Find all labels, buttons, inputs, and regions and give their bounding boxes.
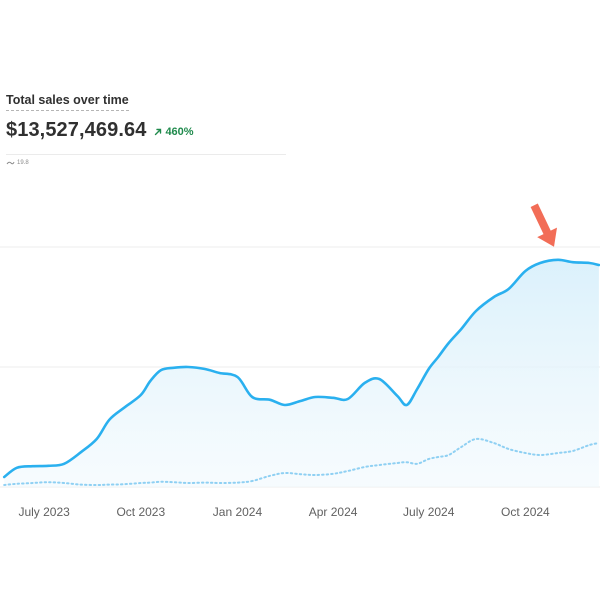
change-badge: 460%	[154, 126, 194, 138]
x-tick-label: Oct 2024	[501, 505, 550, 519]
arrow-up-right-icon	[155, 128, 162, 136]
x-axis-ticks: July 2023 Oct 2023 Jan 2024 Apr 2024 July 20…	[18, 505, 550, 519]
total-sales-value: $13,527,469.64	[6, 119, 147, 141]
legend-line-icon	[6, 161, 15, 165]
chart-area: July 2023 Oct 2023 Jan 2024 Apr 2024 July 20…	[0, 0, 600, 600]
sales-chart-card: July 2023 Oct 2023 Jan 2024 Apr 2024 July 20…	[0, 0, 600, 600]
x-tick-label: Jan 2024	[213, 505, 263, 519]
x-tick-label: July 2024	[403, 505, 455, 519]
change-percent: 460%	[165, 126, 194, 138]
series-area-fill	[4, 259, 599, 487]
area-chart: July 2023 Oct 2023 Jan 2024 Apr 2024 July 20…	[0, 203, 600, 519]
x-tick-label: July 2023	[18, 505, 70, 519]
chart-title[interactable]: Total sales over time	[6, 93, 129, 111]
x-tick-label: Oct 2023	[116, 505, 165, 519]
metric-row: $13,527,469.64 460%	[6, 119, 286, 142]
chart-header: Total sales over time $13,527,469.64 460…	[6, 91, 286, 166]
legend-row: 19.8	[6, 154, 286, 166]
legend-label: 19.8	[17, 160, 29, 166]
annotation-arrow-icon	[530, 203, 557, 247]
x-tick-label: Apr 2024	[309, 505, 358, 519]
